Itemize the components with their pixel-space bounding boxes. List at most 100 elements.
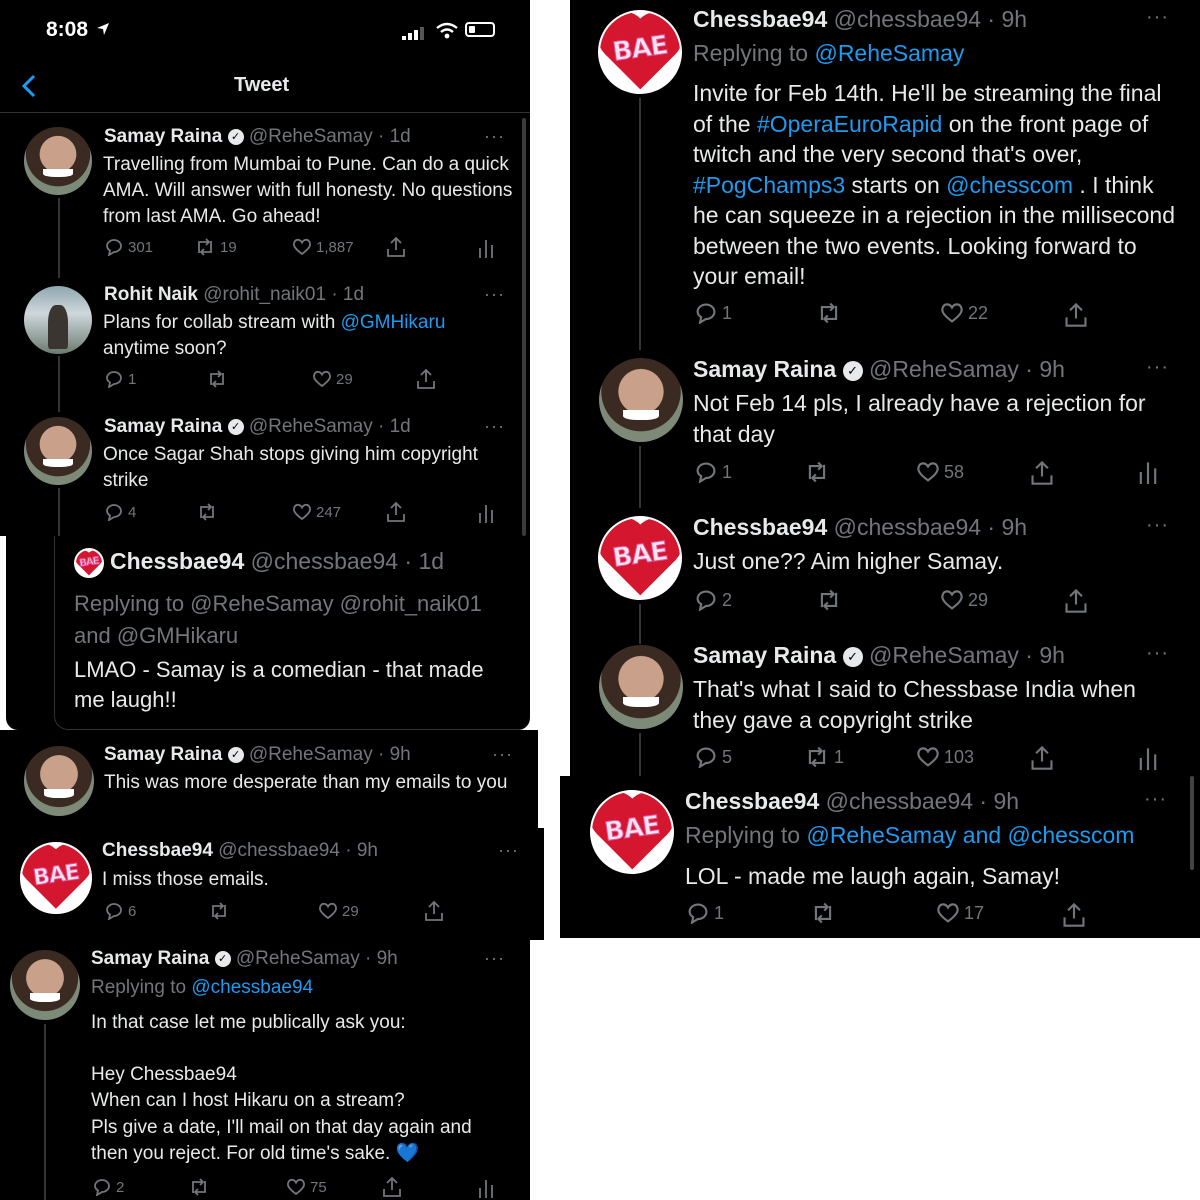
avatar[interactable] xyxy=(599,645,683,729)
reply-button[interactable]: 1 xyxy=(686,902,724,924)
like-button[interactable]: 1,887 xyxy=(292,238,354,256)
author-name[interactable]: Chessbae94 xyxy=(102,840,213,861)
more-options-icon[interactable]: ··· xyxy=(1146,6,1169,29)
retweet-button[interactable] xyxy=(816,589,842,611)
avatar[interactable]: BAE xyxy=(20,842,92,914)
share-icon[interactable] xyxy=(386,501,406,523)
avatar[interactable]: BAE xyxy=(598,516,682,600)
like-button[interactable]: 29 xyxy=(318,902,359,920)
scrollbar[interactable] xyxy=(522,118,526,536)
like-button[interactable]: 247 xyxy=(292,503,341,521)
mention-link[interactable]: @ReheSamay xyxy=(814,40,964,66)
more-options-icon[interactable]: ··· xyxy=(492,744,513,765)
author-name[interactable]: Samay Raina xyxy=(104,126,222,147)
avatar[interactable] xyxy=(24,417,92,485)
replying-to-line[interactable]: and @GMHikaru xyxy=(74,620,514,652)
mention-link[interactable]: @chesscom xyxy=(946,172,1073,198)
hashtag-link[interactable]: #PogChamps3 xyxy=(693,172,845,198)
more-options-icon[interactable]: ··· xyxy=(484,948,505,969)
reply-button[interactable]: 301 xyxy=(104,238,153,256)
author-handle[interactable]: @ReheSamay · 9h xyxy=(869,356,1065,382)
mention-link[interactable]: @chessbae94 xyxy=(191,977,313,998)
reply-button[interactable]: 2 xyxy=(694,589,732,611)
author-handle[interactable]: @chessbae94 · 1d xyxy=(251,548,444,574)
retweet-button[interactable] xyxy=(816,302,842,324)
retweet-button[interactable] xyxy=(206,370,228,388)
more-options-icon[interactable]: ··· xyxy=(484,416,505,437)
retweet-button[interactable] xyxy=(208,902,230,920)
share-icon[interactable] xyxy=(424,900,444,922)
author-name[interactable]: Rohit Naik xyxy=(104,284,198,305)
avatar[interactable] xyxy=(10,950,80,1020)
like-button[interactable]: 103 xyxy=(916,746,974,768)
author-handle[interactable]: @ReheSamay · 1d xyxy=(249,126,411,147)
author-handle[interactable]: @ReheSamay · 9h xyxy=(869,642,1065,668)
analytics-icon[interactable] xyxy=(478,1178,494,1198)
retweet-button[interactable] xyxy=(188,1178,210,1196)
retweet-button[interactable]: 19 xyxy=(194,238,237,256)
share-icon[interactable] xyxy=(416,368,436,390)
like-button[interactable]: 22 xyxy=(940,302,988,324)
author-handle[interactable]: @rohit_naik01 · 1d xyxy=(203,284,364,305)
share-icon[interactable] xyxy=(1030,460,1054,486)
retweet-button[interactable]: 1 xyxy=(804,746,844,768)
share-icon[interactable] xyxy=(1062,902,1086,928)
avatar[interactable]: BAE xyxy=(74,548,104,578)
analytics-icon[interactable] xyxy=(1138,460,1158,484)
avatar[interactable]: BAE xyxy=(598,10,682,94)
mention-link[interactable]: @ReheSamay and @chesscom xyxy=(806,822,1134,848)
author-name[interactable]: Samay Raina xyxy=(104,744,222,765)
share-icon[interactable] xyxy=(1064,588,1088,614)
like-button[interactable]: 75 xyxy=(286,1178,327,1196)
more-options-icon[interactable]: ··· xyxy=(1144,788,1167,811)
more-options-icon[interactable]: ··· xyxy=(484,126,505,147)
share-icon[interactable] xyxy=(1064,302,1088,328)
avatar[interactable] xyxy=(24,746,94,816)
retweet-button[interactable] xyxy=(804,461,830,483)
chevron-left-icon[interactable] xyxy=(20,74,38,98)
reply-button[interactable]: 1 xyxy=(694,302,732,324)
author-name[interactable]: Samay Raina xyxy=(693,642,836,668)
reply-button[interactable]: 5 xyxy=(694,746,732,768)
hashtag-link[interactable]: #OperaEuroRapid xyxy=(757,111,942,137)
retweet-button[interactable] xyxy=(196,503,218,521)
analytics-icon[interactable] xyxy=(1138,746,1158,770)
reply-button[interactable]: 4 xyxy=(104,503,136,521)
like-button[interactable]: 17 xyxy=(936,902,984,924)
like-button[interactable]: 29 xyxy=(940,589,988,611)
share-icon[interactable] xyxy=(386,236,406,258)
more-options-icon[interactable]: ··· xyxy=(498,840,519,861)
retweet-button[interactable] xyxy=(810,902,836,924)
author-name[interactable]: Samay Raina xyxy=(104,416,222,437)
reply-button[interactable]: 1 xyxy=(694,461,732,483)
author-handle[interactable]: @chessbae94 · 9h xyxy=(834,514,1027,540)
author-name[interactable]: Chessbae94 xyxy=(685,788,819,814)
reply-button[interactable]: 1 xyxy=(104,370,136,388)
author-handle[interactable]: @chessbae94 · 9h xyxy=(826,788,1019,814)
author-name[interactable]: Chessbae94 xyxy=(693,6,827,32)
analytics-icon[interactable] xyxy=(478,238,494,258)
analytics-icon[interactable] xyxy=(478,503,494,523)
reply-button[interactable]: 2 xyxy=(92,1178,124,1196)
like-button[interactable]: 58 xyxy=(916,461,964,483)
more-options-icon[interactable]: ··· xyxy=(1146,514,1169,537)
author-name[interactable]: Samay Raina xyxy=(91,948,209,969)
author-handle[interactable]: @ReheSamay · 9h xyxy=(249,744,411,765)
share-icon[interactable] xyxy=(1030,745,1054,771)
author-name[interactable]: Chessbae94 xyxy=(110,548,244,574)
scrollbar[interactable] xyxy=(1190,776,1194,870)
author-name[interactable]: Samay Raina xyxy=(693,356,836,382)
avatar[interactable] xyxy=(599,358,683,442)
more-options-icon[interactable]: ··· xyxy=(484,284,505,305)
replying-to-line[interactable]: Replying to @ReheSamay @rohit_naik01 xyxy=(74,588,514,620)
author-handle[interactable]: @chessbae94 · 9h xyxy=(834,6,1027,32)
share-icon[interactable] xyxy=(382,1176,402,1198)
avatar[interactable] xyxy=(24,286,92,354)
avatar[interactable] xyxy=(24,127,92,195)
author-handle[interactable]: @ReheSamay · 9h xyxy=(236,948,398,969)
like-button[interactable]: 29 xyxy=(312,370,353,388)
author-handle[interactable]: @chessbae94 · 9h xyxy=(218,840,378,861)
more-options-icon[interactable]: ··· xyxy=(1146,642,1169,665)
reply-button[interactable]: 6 xyxy=(104,902,136,920)
author-handle[interactable]: @ReheSamay · 1d xyxy=(249,416,411,437)
